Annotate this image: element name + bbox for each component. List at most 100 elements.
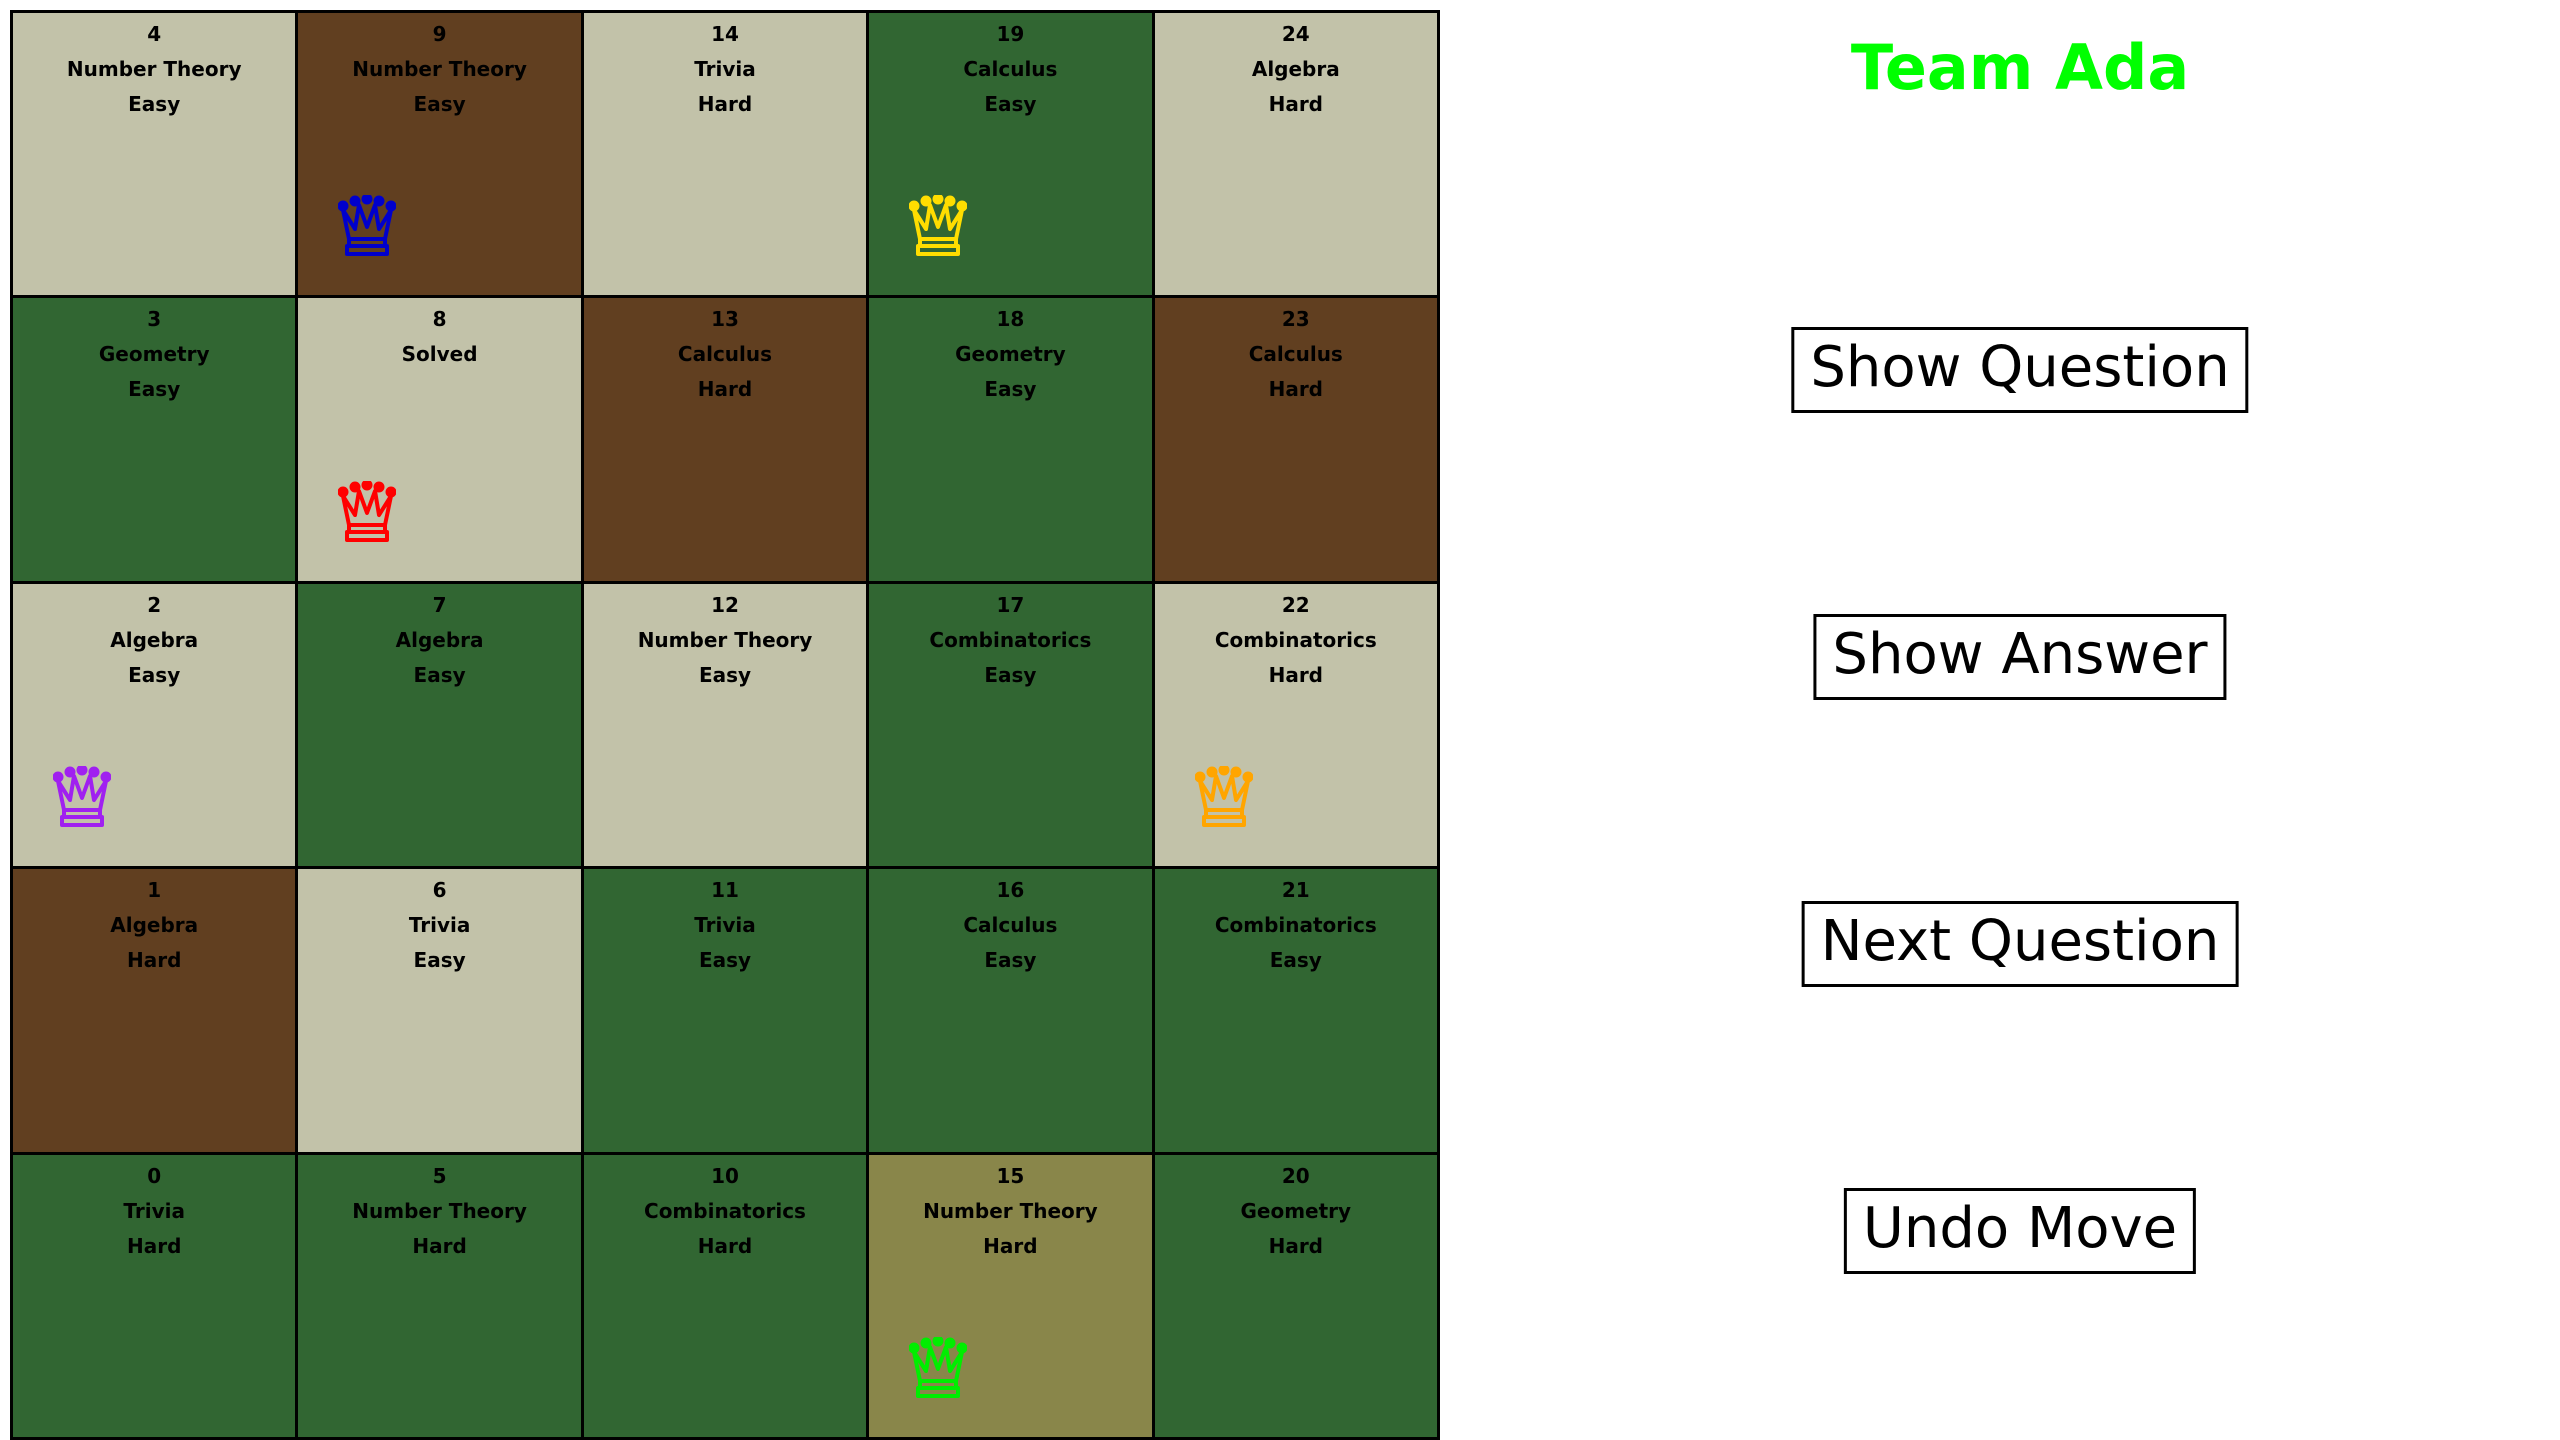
- cell-number: 13: [711, 307, 739, 332]
- cell-difficulty: Easy: [128, 377, 181, 402]
- cell-number: 8: [432, 307, 447, 332]
- cell-number: 1: [147, 878, 162, 903]
- cell-number: 0: [147, 1163, 162, 1188]
- cell-number: 3: [147, 307, 162, 332]
- cell-topic: Combinatorics: [1214, 627, 1377, 652]
- show-question-button[interactable]: Show Question: [1791, 327, 2249, 413]
- board-cell-9[interactable]: 9 Number Theory Easy: [298, 13, 584, 299]
- cell-topic: Algebra: [110, 627, 199, 652]
- cell-difficulty: Easy: [984, 948, 1037, 973]
- board-cell-13[interactable]: 13 Calculus Hard: [583, 298, 870, 584]
- game-board: 4 Number Theory Easy 9 Number Theory Easy 14 Tr…: [10, 10, 1440, 1440]
- cell-topic: Trivia: [694, 913, 756, 938]
- cell-topic: Number Theory: [352, 1198, 527, 1223]
- board-cell-21[interactable]: 21 Combinatorics Easy: [1154, 869, 1440, 1155]
- cell-topic: Calculus: [963, 913, 1058, 938]
- queen-icon[interactable]: [909, 1336, 968, 1401]
- cell-topic: Calculus: [677, 342, 773, 367]
- cell-difficulty: Easy: [984, 92, 1037, 116]
- cell-difficulty: Hard: [697, 92, 753, 116]
- board-cell-0[interactable]: 0 Trivia Hard: [13, 1154, 299, 1440]
- cell-number: 6: [432, 878, 447, 903]
- board-cell-24[interactable]: 24 Algebra Hard: [1154, 13, 1440, 299]
- board-cell-10[interactable]: 10 Combinatorics Hard: [583, 1154, 870, 1440]
- queen-icon[interactable]: [909, 195, 968, 259]
- cell-topic: Geometry: [98, 342, 210, 367]
- cell-number: 10: [711, 1163, 739, 1188]
- cell-number: 15: [996, 1163, 1025, 1188]
- cell-number: 5: [432, 1163, 447, 1188]
- cell-difficulty: Hard: [126, 948, 182, 973]
- cell-topic: Calculus: [1248, 342, 1343, 367]
- cell-topic: Combinatorics: [644, 1198, 806, 1223]
- cell-number: 24: [1281, 22, 1310, 46]
- cell-difficulty: Hard: [126, 1233, 182, 1258]
- cell-difficulty: Easy: [128, 662, 181, 687]
- team-title: Team Ada: [1850, 31, 2190, 104]
- cell-difficulty: Easy: [698, 948, 752, 973]
- board-cell-18[interactable]: 18 Geometry Easy: [869, 298, 1155, 584]
- cell-topic: Geometry: [1240, 1198, 1352, 1223]
- queen-icon[interactable]: [53, 766, 111, 830]
- undo-move-button[interactable]: Undo Move: [1843, 1188, 2197, 1274]
- cell-topic: Combinatorics: [929, 627, 1092, 652]
- cell-number: 17: [996, 592, 1025, 617]
- queen-icon[interactable]: [338, 480, 397, 545]
- cell-difficulty: Easy: [128, 92, 181, 116]
- cell-topic: Trivia: [694, 57, 756, 81]
- cell-topic: Number Theory: [637, 627, 813, 652]
- queen-icon[interactable]: [338, 195, 397, 259]
- cell-difficulty: Hard: [1268, 662, 1323, 687]
- show-answer-button[interactable]: Show Answer: [1813, 614, 2227, 700]
- cell-topic: Number Theory: [352, 57, 527, 81]
- board-cell-1[interactable]: 1 Algebra Hard: [13, 869, 299, 1155]
- cell-topic: Geometry: [955, 342, 1066, 367]
- cell-difficulty: Hard: [412, 1233, 467, 1258]
- cell-difficulty: Easy: [984, 662, 1037, 687]
- cell-number: 7: [432, 592, 447, 617]
- cell-difficulty: Hard: [697, 377, 753, 402]
- board-cell-11[interactable]: 11 Trivia Easy: [583, 869, 870, 1155]
- board-cell-8[interactable]: 8 Solved: [298, 298, 584, 584]
- cell-topic: Number Theory: [923, 1198, 1098, 1223]
- cell-number: 9: [432, 22, 447, 46]
- cell-difficulty: Hard: [1268, 377, 1323, 402]
- board-cell-20[interactable]: 20 Geometry Hard: [1154, 1154, 1440, 1440]
- queen-icon[interactable]: [1194, 766, 1253, 830]
- cell-number: 21: [1281, 878, 1310, 903]
- cell-difficulty: Easy: [984, 377, 1037, 402]
- board-cell-22[interactable]: 22 Combinatorics Hard: [1154, 583, 1440, 870]
- board-cell-12[interactable]: 12 Number Theory Easy: [583, 583, 870, 870]
- cell-topic: Solved: [401, 342, 478, 367]
- board-cell-2[interactable]: 2 Algebra Easy: [13, 583, 299, 870]
- board-cell-5[interactable]: 5 Number Theory Hard: [298, 1154, 584, 1440]
- cell-difficulty: Hard: [1268, 1233, 1323, 1258]
- board-cell-16[interactable]: 16 Calculus Easy: [869, 869, 1155, 1155]
- board-cell-4[interactable]: 4 Number Theory Easy: [13, 13, 299, 299]
- cell-number: 2: [147, 592, 162, 617]
- board-cell-19[interactable]: 19 Calculus Easy: [869, 13, 1155, 299]
- cell-topic: Number Theory: [66, 57, 242, 81]
- board-cell-14[interactable]: 14 Trivia Hard: [583, 13, 870, 299]
- cell-difficulty: Easy: [413, 92, 466, 116]
- cell-topic: Algebra: [1251, 57, 1340, 81]
- board-cell-7[interactable]: 7 Algebra Easy: [298, 583, 584, 870]
- cell-number: 19: [996, 22, 1025, 46]
- board-cell-23[interactable]: 23 Calculus Hard: [1154, 298, 1440, 584]
- next-question-button[interactable]: Next Question: [1801, 901, 2239, 987]
- cell-number: 18: [996, 307, 1025, 332]
- cell-topic: Algebra: [395, 627, 484, 652]
- board-cell-6[interactable]: 6 Trivia Easy: [298, 869, 584, 1155]
- cell-difficulty: Hard: [983, 1233, 1038, 1258]
- cell-difficulty: Easy: [413, 662, 466, 687]
- board-cell-15[interactable]: 15 Number Theory Hard: [869, 1154, 1155, 1440]
- board-cell-3[interactable]: 3 Geometry Easy: [13, 298, 299, 584]
- cell-topic: Combinatorics: [1214, 913, 1377, 938]
- cell-number: 16: [996, 878, 1025, 903]
- cell-topic: Calculus: [963, 57, 1058, 81]
- cell-difficulty: Hard: [1268, 92, 1323, 116]
- cell-number: 22: [1281, 592, 1310, 617]
- board-cell-17[interactable]: 17 Combinatorics Easy: [869, 583, 1155, 870]
- cell-topic: Trivia: [408, 913, 471, 938]
- cell-topic: Algebra: [110, 913, 199, 938]
